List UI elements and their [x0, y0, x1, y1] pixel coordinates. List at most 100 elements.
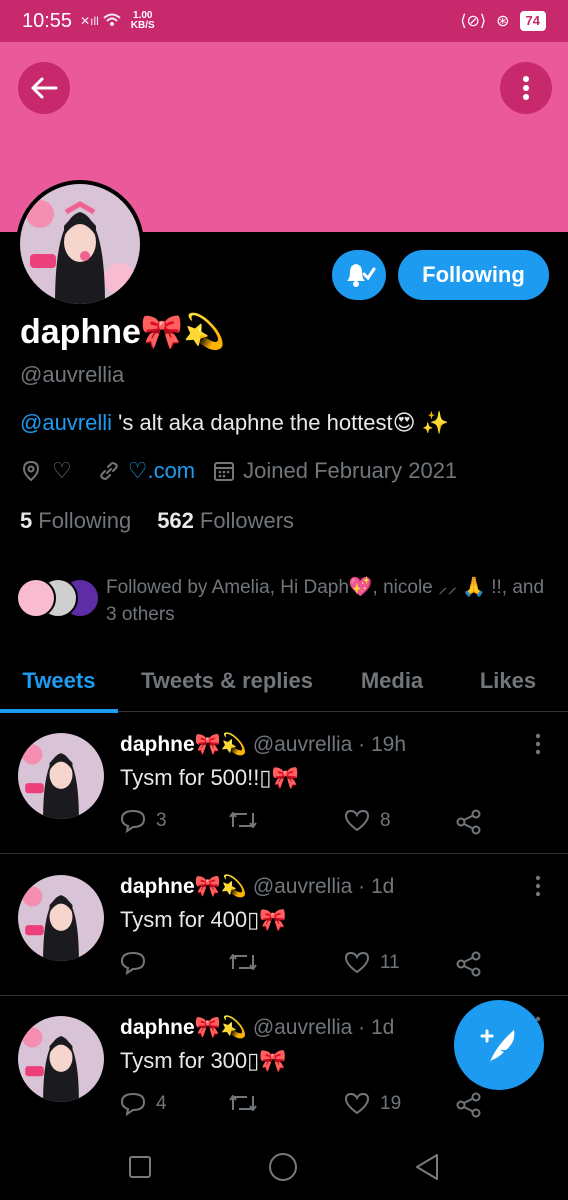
followers-count: 562 [157, 508, 194, 533]
like-button[interactable]: 11 [344, 951, 400, 975]
reply-icon [120, 809, 146, 833]
tweet-actions: 3 8 [120, 809, 500, 839]
share-button[interactable] [456, 951, 482, 977]
tab-tweets[interactable]: Tweets [0, 650, 118, 713]
bell-check-icon [347, 264, 376, 287]
profile-handle: @auvrellia [20, 362, 125, 387]
reply-button[interactable]: 3 [120, 809, 167, 833]
bio-text: 's alt aka daphne the hottest😍 ✨ [112, 410, 450, 435]
tab-media[interactable]: Media [336, 650, 448, 712]
tweet-author-name: daphne🎀💫 [120, 1016, 247, 1039]
tweet-actions: 4 19 [120, 1092, 500, 1122]
reply-button[interactable] [120, 951, 156, 975]
like-button[interactable]: 19 [344, 1092, 401, 1116]
retweet-button[interactable] [228, 1092, 268, 1114]
retweet-button[interactable] [228, 809, 268, 831]
retweet-button[interactable] [228, 951, 268, 973]
tweet-handle-time: @auvrellia · 1d [252, 875, 395, 898]
reply-icon [120, 1092, 146, 1116]
reply-count: 4 [156, 1093, 167, 1114]
retweet-icon [229, 812, 257, 828]
profile-joined-date: Joined February 2021 [243, 458, 458, 483]
like-button[interactable]: 8 [344, 809, 391, 833]
tweet-more-icon[interactable] [534, 733, 542, 755]
arrow-left-icon [31, 77, 58, 99]
system-nav-bar [0, 1134, 568, 1200]
tweet-avatar[interactable] [18, 875, 104, 961]
tweet-author-name: daphne🎀💫 [120, 875, 247, 898]
tweet-item[interactable]: daphne🎀💫 @auvrellia · 1d Tysm for 400▯🎀 … [0, 855, 568, 996]
like-count: 8 [380, 810, 391, 831]
profile-avatar[interactable] [16, 180, 144, 308]
back-triangle-icon[interactable] [414, 1153, 440, 1181]
profile-website-link[interactable]: ♡.com [128, 458, 195, 484]
tweet-header: daphne🎀💫 @auvrellia · 1d [120, 875, 394, 899]
share-button[interactable] [456, 1092, 482, 1118]
retweet-icon [229, 1095, 257, 1111]
tweet-text: Tysm for 300▯🎀 [120, 1048, 287, 1073]
tab-likes[interactable]: Likes [448, 650, 568, 712]
tweet-header: daphne🎀💫 @auvrellia · 1d [120, 1016, 394, 1040]
status-time: 10:55 [22, 9, 73, 32]
lock-rotation-icon: ⊛ [496, 13, 510, 30]
retweet-icon [229, 954, 257, 970]
reply-button[interactable]: 4 [120, 1092, 167, 1116]
tweet-text: Tysm for 500!!▯🎀 [120, 765, 299, 790]
tweet-text: Tysm for 400▯🎀 [120, 907, 287, 932]
more-vertical-icon [523, 76, 529, 100]
tweet-avatar[interactable] [18, 1016, 104, 1102]
tweet-avatar[interactable] [18, 733, 104, 819]
tweet-handle-time: @auvrellia · 19h [252, 733, 407, 756]
recents-square-icon[interactable] [128, 1155, 152, 1179]
profile-location: ♡ [52, 458, 72, 483]
share-button[interactable] [456, 809, 482, 835]
battery-indicator: 74 [519, 11, 546, 31]
back-button[interactable] [18, 62, 70, 114]
tweet-author-name: daphne🎀💫 [120, 733, 247, 756]
followed-by-text: Followed by Amelia, Hi Daph💖, nicole ⸝⸝ … [106, 577, 545, 625]
tweet-more-icon[interactable] [534, 875, 542, 897]
profile-bio: @auvrelli 's alt aka daphne the hottest😍… [20, 410, 449, 436]
net-speed-unit: KB/S [130, 20, 155, 31]
following-count-link[interactable]: 5 Following [20, 508, 131, 534]
reply-count: 3 [156, 810, 167, 831]
share-icon [456, 1092, 481, 1118]
following-label: Following [38, 508, 132, 533]
like-count: 11 [380, 952, 400, 973]
wifi-icon [103, 13, 121, 30]
tweet-actions: 11 [120, 951, 500, 981]
bio-mention-link[interactable]: @auvrelli [20, 410, 112, 435]
following-button[interactable]: Following [398, 250, 549, 300]
heart-icon [344, 1092, 370, 1115]
heart-icon [344, 809, 370, 832]
more-options-button[interactable] [500, 62, 552, 114]
location-pin-icon [22, 460, 40, 482]
compose-feather-icon [480, 1029, 515, 1062]
tweet-handle-time: @auvrellia · 1d [252, 1016, 395, 1039]
home-circle-icon[interactable] [268, 1152, 298, 1182]
status-right: ⟨⊘⟩ ⊛ 74 [460, 11, 546, 31]
like-count: 19 [380, 1093, 402, 1114]
signal-icon: ✕ıll [80, 14, 99, 28]
followers-count-link[interactable]: 562 Followers [157, 508, 294, 534]
notifications-bell-button[interactable] [332, 250, 386, 300]
share-icon [456, 809, 481, 835]
calendar-icon [214, 462, 235, 481]
tweet-item[interactable]: daphne🎀💫 @auvrellia · 19h Tysm for 500!!… [0, 713, 568, 854]
link-icon [99, 462, 118, 480]
reply-icon [120, 951, 146, 975]
followers-label: Followers [199, 508, 295, 533]
vibrate-icon: ⟨⊘⟩ [460, 13, 487, 30]
follower-avatar [16, 578, 56, 618]
status-bar: 10:55 ✕ıll 1.00 KB/S ⟨⊘⟩ ⊛ 74 [0, 0, 568, 42]
profile-name: daphne🎀💫 [20, 313, 226, 351]
profile-meta: ♡ ♡.com Joined February 2021 [20, 458, 457, 484]
tab-tweets-and-replies[interactable]: Tweets & replies [118, 650, 336, 712]
follow-counts: 5 Following 562 Followers [20, 508, 294, 534]
followed-by-avatars [16, 578, 100, 618]
following-count: 5 [20, 508, 33, 533]
share-icon [456, 951, 481, 977]
net-speed: 1.00 KB/S [131, 11, 155, 31]
compose-tweet-button[interactable] [454, 1000, 544, 1090]
tweet-header: daphne🎀💫 @auvrellia · 19h [120, 733, 406, 757]
